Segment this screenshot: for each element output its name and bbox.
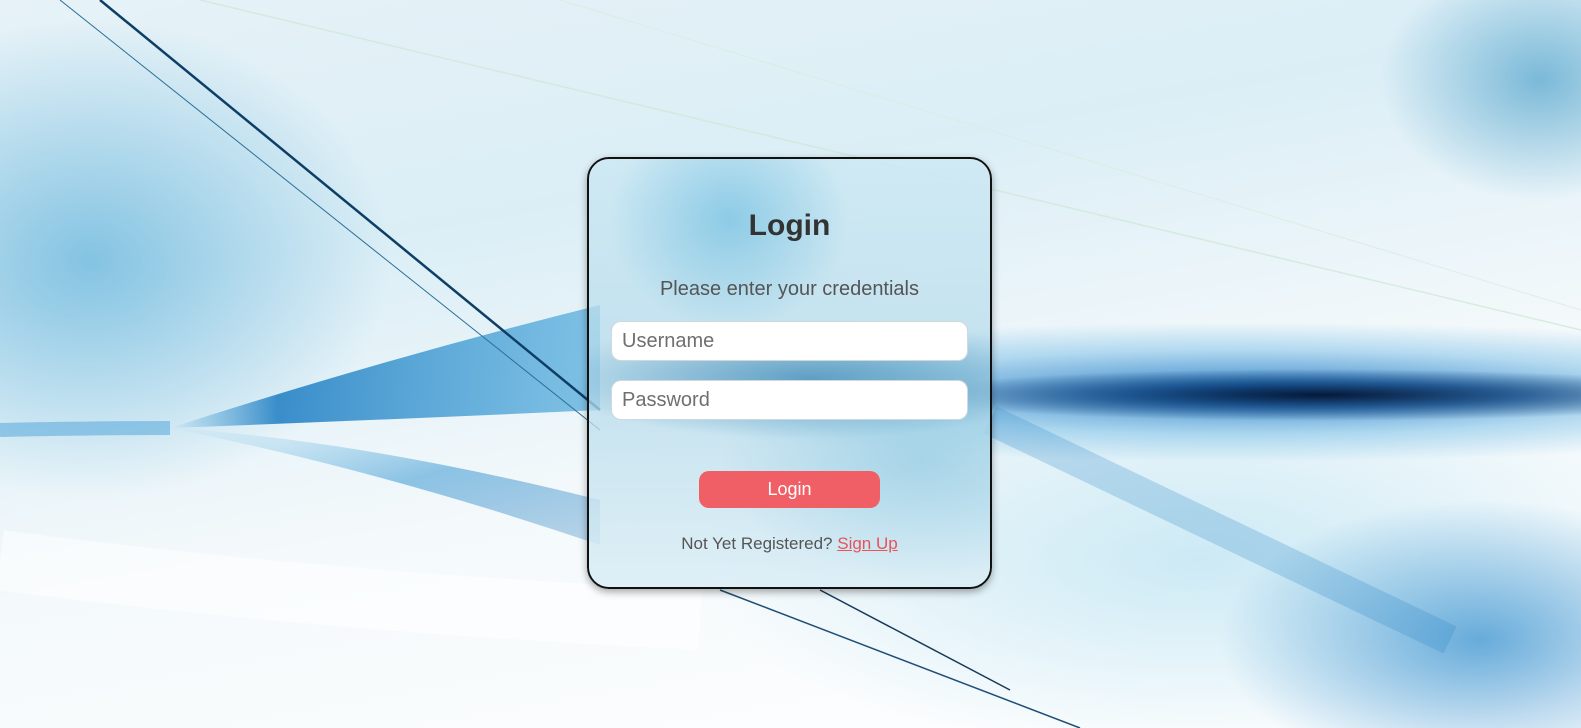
- password-input[interactable]: [611, 380, 968, 420]
- login-card: Login Please enter your credentials Logi…: [587, 157, 992, 589]
- register-prompt: Not Yet Registered? Sign Up: [589, 534, 990, 554]
- signup-link[interactable]: Sign Up: [837, 534, 897, 553]
- username-input[interactable]: [611, 321, 968, 361]
- credentials-subtitle: Please enter your credentials: [659, 278, 920, 300]
- login-button[interactable]: Login: [699, 471, 880, 508]
- register-prompt-text: Not Yet Registered?: [681, 534, 833, 553]
- login-title: Login: [748, 209, 831, 242]
